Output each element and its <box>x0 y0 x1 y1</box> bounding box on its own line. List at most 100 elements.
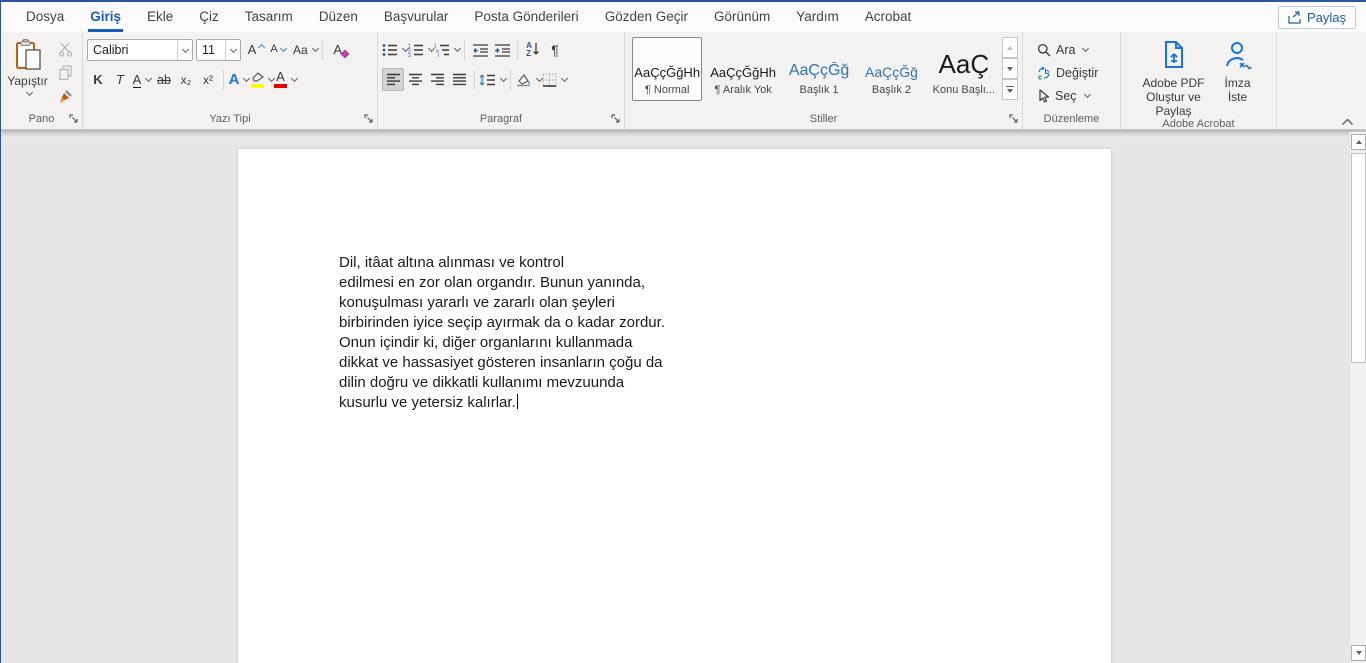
share-button[interactable]: Paylaş <box>1277 5 1356 29</box>
decrease-indent-button[interactable] <box>469 38 491 61</box>
scrollbar-thumb[interactable] <box>1351 153 1366 363</box>
document-text[interactable]: Dil, itâat altına alınması ve kontrol ed… <box>339 253 694 413</box>
styles-dialog-launcher[interactable] <box>1009 114 1019 124</box>
font-name-combobox[interactable]: Calibri <box>87 38 193 61</box>
text-effects-button[interactable]: A <box>228 68 251 91</box>
numbered-list-icon: 123 <box>408 43 424 57</box>
vertical-scrollbar[interactable] <box>1349 132 1366 663</box>
group-paragraph: 123 1ai A Z ¶ Paragraf <box>378 32 625 129</box>
collapse-ribbon-button[interactable] <box>1341 118 1354 126</box>
replace-label: Değiştir <box>1056 65 1099 80</box>
group-clipboard: Yapıştır Pano <box>1 32 83 129</box>
justify-button[interactable] <box>448 68 470 91</box>
tab-gozden-gecir[interactable]: Gözden Geçir <box>592 2 701 32</box>
document-page[interactable]: Dil, itâat altına alınması ve kontrol ed… <box>238 149 1111 663</box>
show-formatting-marks-button[interactable]: ¶ <box>544 38 566 61</box>
sort-button[interactable]: AZ <box>522 38 544 61</box>
line-spacing-button[interactable] <box>479 68 508 91</box>
font-size-dropdown[interactable] <box>225 39 240 60</box>
scroll-up-button[interactable] <box>1351 134 1366 150</box>
cut-button[interactable] <box>54 39 76 59</box>
clipboard-dialog-launcher[interactable] <box>69 114 79 124</box>
scroll-down-button[interactable] <box>1351 645 1366 661</box>
styles-gallery-more-button[interactable] <box>1002 79 1018 100</box>
word-window: Dosya Giriş Ekle Çiz Tasarım Düzen Başvu… <box>0 0 1366 663</box>
paste-label: Yapıştır <box>7 74 48 88</box>
change-case-label: Aa <box>293 42 308 57</box>
tab-posta-gonderileri[interactable]: Posta Gönderileri <box>461 2 591 32</box>
align-center-button[interactable] <box>404 68 426 91</box>
replace-button[interactable]: bc Değiştir <box>1033 62 1114 83</box>
copy-button[interactable] <box>54 63 76 83</box>
chevron-down-icon <box>145 74 153 82</box>
text-line: edilmesi en zor olan organdır. Bunun yan… <box>339 274 646 291</box>
font-dialog-launcher[interactable] <box>364 114 374 124</box>
chevron-down-icon <box>290 74 299 82</box>
tab-giris[interactable]: Giriş <box>77 2 134 32</box>
style-normal[interactable]: AaÇçĞğHh ¶ Normal <box>632 37 703 101</box>
subscript-button[interactable]: x₂ <box>175 68 197 91</box>
format-painter-button[interactable] <box>54 87 76 107</box>
paragraph-dialog-launcher[interactable] <box>611 114 621 124</box>
font-color-button[interactable]: A <box>274 68 299 91</box>
font-name-dropdown[interactable] <box>177 39 192 60</box>
align-left-button[interactable] <box>382 68 404 91</box>
style-konu-basligi[interactable]: AaÇ Konu Başlı... <box>929 37 999 101</box>
format-painter-brush-icon <box>57 89 73 105</box>
style-baslik-2[interactable]: AaÇçĞğ Başlık 2 <box>856 37 926 101</box>
shading-button[interactable] <box>515 68 544 91</box>
styles-scroll-down-button[interactable] <box>1002 58 1018 79</box>
create-pdf-button[interactable]: Adobe PDF Oluştur ve Paylaş <box>1137 35 1211 118</box>
highlight-color-button[interactable] <box>250 68 276 91</box>
shrink-font-button[interactable]: A <box>267 38 289 61</box>
align-right-button[interactable] <box>426 68 448 91</box>
borders-button[interactable] <box>542 68 569 91</box>
font-size-combobox[interactable]: 11 <box>196 38 241 61</box>
clipboard-group-label: Pano <box>28 112 55 125</box>
chevron-down-icon <box>229 45 237 54</box>
search-icon <box>1037 43 1051 57</box>
justify-icon <box>452 73 467 86</box>
increase-indent-button[interactable] <box>491 38 513 61</box>
numbered-list-button[interactable]: 123 <box>408 38 436 61</box>
tab-duzen[interactable]: Düzen <box>306 2 371 32</box>
tab-basvurular[interactable]: Başvurular <box>371 2 462 32</box>
highlighter-icon <box>250 71 264 88</box>
tab-acrobat[interactable]: Acrobat <box>852 2 925 32</box>
paste-button[interactable]: Yapıştır <box>5 35 50 97</box>
bold-label: K <box>93 72 103 87</box>
bullet-list-button[interactable] <box>382 38 410 61</box>
font-name-value: Calibri <box>93 42 129 57</box>
underline-label: A <box>132 71 142 88</box>
tab-ciz[interactable]: Çiz <box>186 2 232 32</box>
tab-gorunum[interactable]: Görünüm <box>701 2 783 32</box>
style-aralik-yok[interactable]: AaÇçĞğHh ¶ Aralık Yok <box>704 37 782 101</box>
bold-button[interactable]: K <box>87 68 109 91</box>
strikethrough-button[interactable]: ab <box>153 68 175 91</box>
grow-font-button[interactable]: A <box>245 38 267 61</box>
text-line: birbirinden iyice seçip ayırmak da o kad… <box>339 314 665 331</box>
tab-yardim[interactable]: Yardım <box>783 2 852 32</box>
chevron-down-icon <box>1082 44 1090 52</box>
change-case-button[interactable]: Aa <box>293 38 319 61</box>
tab-ekle[interactable]: Ekle <box>134 2 186 32</box>
red-color-bar-icon <box>274 83 287 88</box>
paint-bucket-icon <box>515 73 532 87</box>
style-name: Başlık 2 <box>871 84 912 96</box>
font-color-label: A <box>276 69 285 85</box>
tab-tasarim[interactable]: Tasarım <box>232 2 306 32</box>
clear-formatting-button[interactable]: A <box>327 38 350 61</box>
styles-scroll-up-button[interactable] <box>1002 37 1018 58</box>
find-button[interactable]: Ara <box>1033 39 1114 60</box>
request-signature-button[interactable]: İmza İste <box>1215 35 1261 104</box>
sort-icon: AZ <box>526 41 540 58</box>
multilevel-list-button[interactable]: 1ai <box>434 38 462 61</box>
select-button[interactable]: Seç <box>1033 85 1114 106</box>
tab-dosya[interactable]: Dosya <box>13 2 77 32</box>
superscript-button[interactable]: x² <box>197 68 219 91</box>
italic-button[interactable]: T <box>109 68 131 91</box>
share-icon <box>1288 10 1302 24</box>
underline-button[interactable]: A <box>131 68 153 91</box>
more-line-icon <box>1006 85 1014 88</box>
style-baslik-1[interactable]: AaÇçĞğ Başlık 1 <box>784 37 854 101</box>
